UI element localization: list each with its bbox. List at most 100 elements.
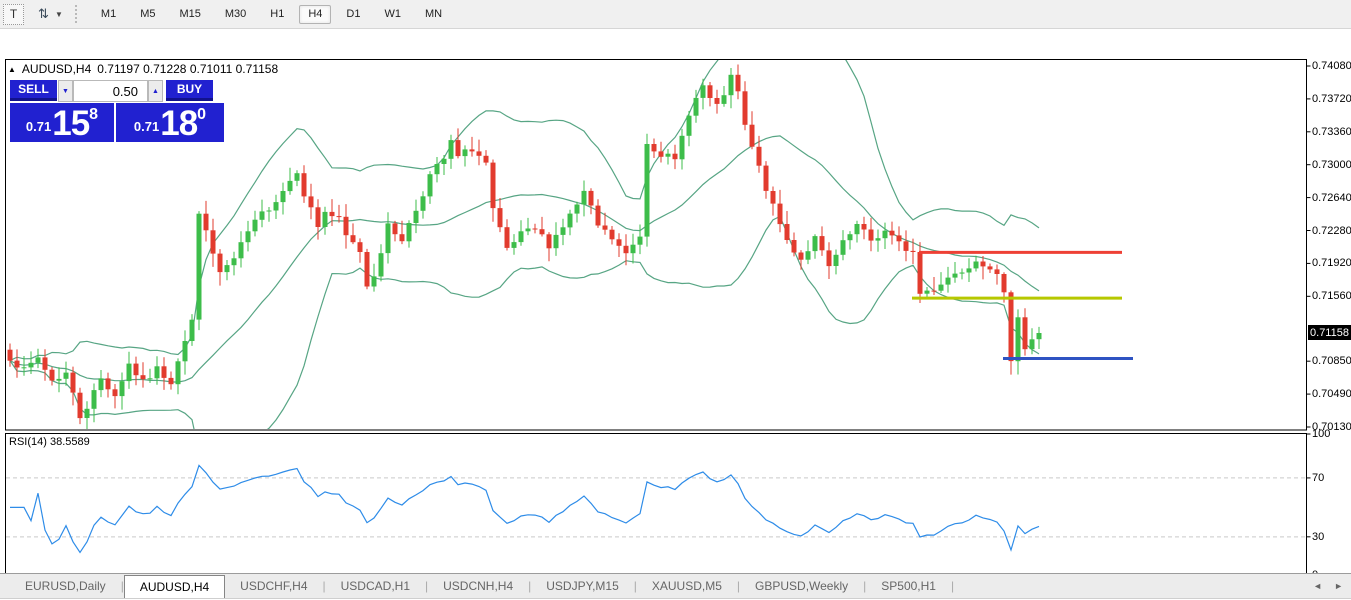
rsi-indicator-label: RSI(14) 38.5589 — [9, 436, 90, 448]
candle — [862, 224, 867, 230]
rsi-axis-label: 30 — [1312, 531, 1324, 543]
candle — [876, 238, 881, 240]
chart-tab-audusd-h4[interactable]: AUDUSD,H4 — [124, 575, 225, 598]
candle — [666, 154, 671, 157]
candle — [918, 252, 923, 294]
tool-dropdown-caret-icon[interactable]: ▼ — [55, 10, 63, 19]
current-price-tag: 0.71158 — [1308, 325, 1351, 340]
candle — [813, 236, 818, 251]
timeframe-m30-button[interactable]: M30 — [216, 5, 255, 24]
toolbar-grip — [75, 5, 80, 23]
chart-symbol-label: AUDUSD,H4 — [22, 62, 91, 76]
price-axis-label: 0.73720 — [1312, 93, 1351, 105]
candle — [848, 234, 853, 240]
candle — [428, 174, 433, 196]
timeframe-buttons: M1 M5 M15 M30 H1 H4 D1 W1 MN — [89, 5, 454, 24]
candle — [722, 95, 727, 104]
candle — [1023, 317, 1028, 349]
candle — [470, 149, 475, 151]
candle — [442, 159, 447, 164]
chart-tab-eurusd-daily[interactable]: EURUSD,Daily — [10, 574, 121, 598]
volume-increase-button[interactable]: ▲ — [148, 80, 163, 102]
candle — [218, 254, 223, 273]
bid-price-prefix: 0.71 — [26, 119, 51, 134]
candle — [561, 227, 566, 235]
timeframe-m5-button[interactable]: M5 — [131, 5, 164, 24]
ask-price-button[interactable]: 0.71 18 0 — [116, 103, 224, 142]
candle — [22, 367, 27, 368]
candle — [351, 235, 356, 242]
buy-button[interactable]: BUY — [166, 80, 213, 101]
candle — [1037, 333, 1042, 339]
chart-tab-usdchf-h4[interactable]: USDCHF,H4 — [225, 574, 322, 598]
candle — [57, 379, 62, 381]
candle — [183, 341, 188, 361]
timeframe-m15-button[interactable]: M15 — [170, 5, 209, 24]
candle — [757, 147, 762, 166]
candle — [743, 91, 748, 125]
timeframe-m1-button[interactable]: M1 — [92, 5, 125, 24]
bid-price-button[interactable]: 0.71 15 8 — [10, 103, 114, 142]
candle — [673, 154, 678, 160]
candle — [967, 268, 972, 272]
candle — [645, 144, 650, 237]
candle — [463, 149, 468, 156]
tabs-scroll-left-icon[interactable]: ◄ — [1313, 581, 1322, 591]
candle — [323, 212, 328, 227]
candle — [925, 291, 930, 294]
candle — [512, 242, 517, 248]
tabs-scroll-right-icon[interactable]: ► — [1334, 581, 1343, 591]
trading-terminal: T ⇅ ▼ M1 M5 M15 M30 H1 H4 D1 W1 MN ▲ AUDUSD,H4 0… — [0, 0, 1351, 600]
volume-decrease-button[interactable]: ▼ — [58, 80, 73, 102]
chart-tab-xauusd-m5[interactable]: XAUUSD,M5 — [637, 574, 737, 598]
candle — [85, 409, 90, 418]
candle — [484, 156, 489, 163]
candle — [71, 373, 76, 393]
chart-tab-usdcad-h1[interactable]: USDCAD,H1 — [326, 574, 425, 598]
candle — [582, 191, 587, 205]
candle — [421, 196, 426, 211]
timeframe-mn-button[interactable]: MN — [416, 5, 451, 24]
collapse-panel-icon[interactable]: ▲ — [8, 65, 16, 74]
candle — [897, 235, 902, 241]
chart-tab-sp500-h1[interactable]: SP500,H1 — [866, 574, 951, 598]
candle — [169, 378, 174, 384]
bid-price-big: 15 — [52, 110, 89, 139]
timeframe-h1-button[interactable]: H1 — [261, 5, 293, 24]
chart-tab-gbpusd-weekly[interactable]: GBPUSD,Weekly — [740, 574, 863, 598]
candle — [855, 224, 860, 234]
candle — [736, 75, 741, 92]
candle — [435, 164, 440, 174]
text-tool-icon[interactable]: T — [3, 4, 24, 25]
candle — [15, 361, 20, 368]
volume-input[interactable]: 0.50 — [73, 80, 148, 102]
candle — [253, 220, 258, 232]
candle — [127, 364, 132, 382]
candle — [771, 191, 776, 204]
candle — [540, 229, 545, 234]
candle — [631, 245, 636, 254]
arrange-tool-icon[interactable]: ⇅ — [34, 5, 53, 24]
sell-button[interactable]: SELL — [10, 80, 57, 101]
price-axis-label: 0.72640 — [1312, 192, 1351, 204]
chart-tab-usdcnh-h4[interactable]: USDCNH,H4 — [428, 574, 528, 598]
rsi-axis-label: 100 — [1312, 428, 1330, 440]
candle — [708, 85, 713, 98]
price-axis-label: 0.73360 — [1312, 126, 1351, 138]
candle — [988, 266, 993, 269]
candle — [498, 208, 503, 227]
candle — [680, 136, 685, 160]
price-axis-label: 0.70490 — [1312, 388, 1351, 400]
tab-divider: | — [951, 574, 954, 598]
candle — [547, 234, 552, 248]
chart-tabs-bar: EURUSD,Daily|AUDUSD,H4USDCHF,H4|USDCAD,H… — [0, 573, 1351, 599]
timeframe-w1-button[interactable]: W1 — [375, 5, 410, 24]
timeframe-h4-button[interactable]: H4 — [299, 5, 331, 24]
candle — [491, 163, 496, 209]
chart-tab-usdjpy-m15[interactable]: USDJPY,M15 — [531, 574, 633, 598]
candle — [659, 151, 664, 156]
candle — [750, 125, 755, 147]
candle — [197, 214, 202, 320]
price-axis-label: 0.70850 — [1312, 355, 1351, 367]
timeframe-d1-button[interactable]: D1 — [337, 5, 369, 24]
